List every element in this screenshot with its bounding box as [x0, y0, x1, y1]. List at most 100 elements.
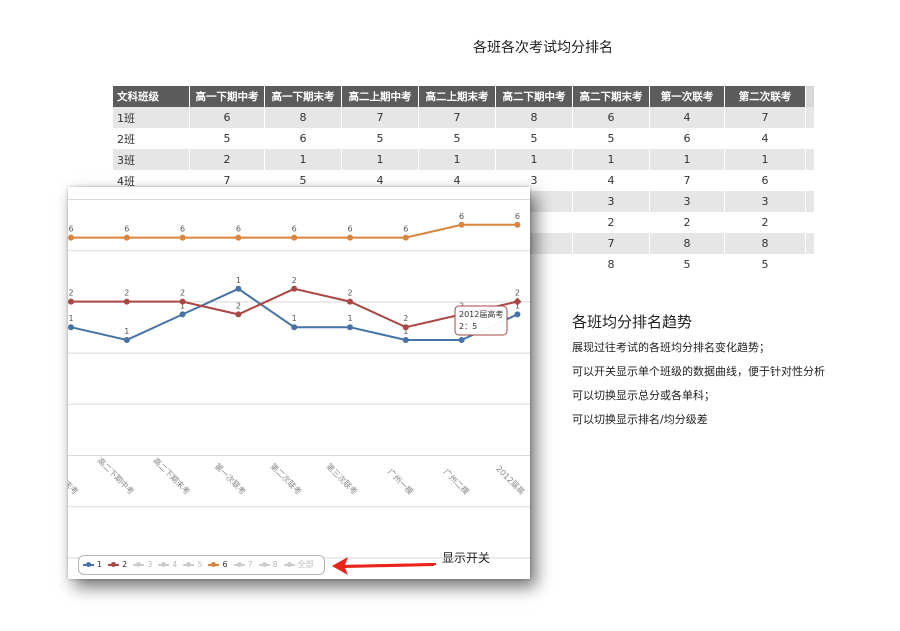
table-cell: 5: [418, 128, 496, 149]
data-point: [458, 221, 465, 228]
data-point: [458, 337, 465, 343]
table-header-cell: 高二下期中考: [495, 86, 573, 107]
legend-marker-icon: [158, 562, 170, 567]
legend-item-1[interactable]: 1: [83, 560, 102, 570]
description-title: 各班均分排名趋势: [572, 313, 693, 331]
table-header-cell: 高二下期末考: [572, 86, 650, 107]
tooltip-value: 2：5: [459, 322, 477, 331]
legend-marker-icon: [133, 562, 145, 567]
table-edge: [805, 254, 814, 275]
table-cell: 3: [572, 191, 650, 212]
table-cell: 5: [495, 128, 573, 149]
legend-label: 4: [172, 560, 178, 569]
x-axis-tick-label: 第一次联考: [213, 461, 248, 496]
table-cell: 2: [572, 212, 650, 233]
page-title: 各班各次考试均分排名: [473, 40, 613, 56]
data-point: [179, 311, 186, 318]
table-edge: [805, 149, 814, 170]
description-line: 展现过往考试的各班均分排名变化趋势；: [572, 341, 770, 354]
data-label: 2: [292, 276, 297, 285]
data-label: 1: [124, 327, 129, 336]
data-label: 6: [347, 225, 352, 234]
table-row: 2班 5 6 5 5 5 5 6 4: [113, 128, 814, 149]
table-cell: 1: [495, 149, 573, 170]
table-header-cell: 高一下期末考: [264, 86, 342, 107]
table-cell: 8: [264, 107, 342, 128]
data-point: [235, 234, 242, 241]
legend-item-6[interactable]: 6: [208, 560, 228, 570]
legend-label: 6: [222, 560, 228, 569]
x-axis-tick-label: 高二下期中考: [95, 455, 136, 496]
table-edge: [805, 128, 814, 149]
legend-label: 5: [197, 560, 203, 569]
table-header-cell: 第二次联考: [724, 86, 806, 107]
table-edge: [805, 170, 814, 191]
data-label: 6: [180, 225, 185, 234]
data-label: 2: [68, 289, 73, 298]
legend-label: 全部: [297, 560, 314, 569]
table-cell: 6: [572, 107, 650, 128]
data-label: 2: [347, 289, 352, 298]
legend-marker-icon: [258, 562, 270, 567]
data-label: 6: [459, 212, 464, 221]
chart-legend: 1 2 3 4 5 6 7 8 全部: [78, 555, 325, 575]
table-cell: 4: [649, 107, 725, 128]
data-point: [123, 298, 130, 305]
table-cell: 5: [341, 128, 419, 149]
data-point: [68, 324, 74, 331]
x-axis-tick-label: 广州一模: [386, 467, 416, 497]
table-cell: 3: [724, 191, 806, 212]
table-cell: 5: [724, 254, 806, 275]
legend-item-5[interactable]: 5: [183, 560, 202, 570]
legend-label: 1: [97, 560, 103, 569]
legend-item-2[interactable]: 2: [108, 560, 127, 570]
x-axis-tick-label: 高二下期末考: [151, 455, 192, 496]
table-cell: 4: [724, 128, 806, 149]
table-header-cell: 文科班级: [113, 86, 190, 107]
data-point: [347, 298, 353, 305]
legend-marker-icon: [108, 562, 120, 567]
trend-chart-panel: 111111111222222222666666666上期末考高二下期中考高二下…: [68, 187, 530, 579]
table-cell: 1: [572, 149, 650, 170]
x-axis-tick-label: 广州二模: [442, 467, 472, 497]
table-header-cell: 第一次联考: [649, 86, 725, 107]
table-cell: 3: [649, 191, 725, 212]
table-row: 3班 2 1 1 1 1 1 1 1: [113, 149, 814, 170]
legend-marker-icon: [83, 562, 94, 567]
data-point: [123, 234, 130, 241]
legend-label: 2: [122, 560, 128, 569]
legend-label: 8: [272, 560, 278, 569]
table-cell: 1: [724, 149, 806, 170]
legend-marker-icon: [183, 562, 195, 567]
table-cell: 2: [189, 149, 265, 170]
description-line: 可以切换显示总分或各单科；: [572, 389, 715, 402]
table-cell: 6: [264, 128, 342, 149]
legend-item-3[interactable]: 3: [133, 560, 152, 570]
legend-item-8[interactable]: 8: [258, 560, 278, 570]
data-label: 6: [292, 225, 297, 234]
data-label: 6: [68, 225, 73, 234]
data-point: [402, 234, 409, 241]
legend-marker-icon: [233, 562, 245, 567]
table-cell: 1: [418, 149, 496, 170]
data-label: 2: [180, 289, 185, 298]
table-cell: 2: [649, 212, 725, 233]
legend-item-7[interactable]: 7: [233, 560, 253, 570]
legend-item-全部[interactable]: 全部: [283, 560, 314, 570]
data-point: [68, 234, 74, 241]
data-label: 1: [347, 314, 352, 323]
data-label: 2: [236, 301, 241, 310]
table-cell: 1: [264, 149, 342, 170]
x-axis-tick-label: 上期末考: [68, 467, 81, 497]
data-label: 1: [68, 314, 73, 323]
table-edge: [805, 212, 814, 233]
legend-item-4[interactable]: 4: [158, 560, 177, 570]
table-cell: 2: [724, 212, 806, 233]
data-point: [179, 298, 186, 305]
table-header-row: 文科班级 高一下期中考 高一下期末考 高二上期中考 高二上期末考 高二下期中考 高二下期末考…: [113, 86, 814, 107]
table-cell: 6: [724, 170, 806, 191]
table-cell: 8: [724, 233, 806, 254]
table-cell: 8: [649, 233, 725, 254]
x-axis-tick-label: 2012届高: [494, 464, 527, 497]
data-point: [123, 337, 130, 343]
